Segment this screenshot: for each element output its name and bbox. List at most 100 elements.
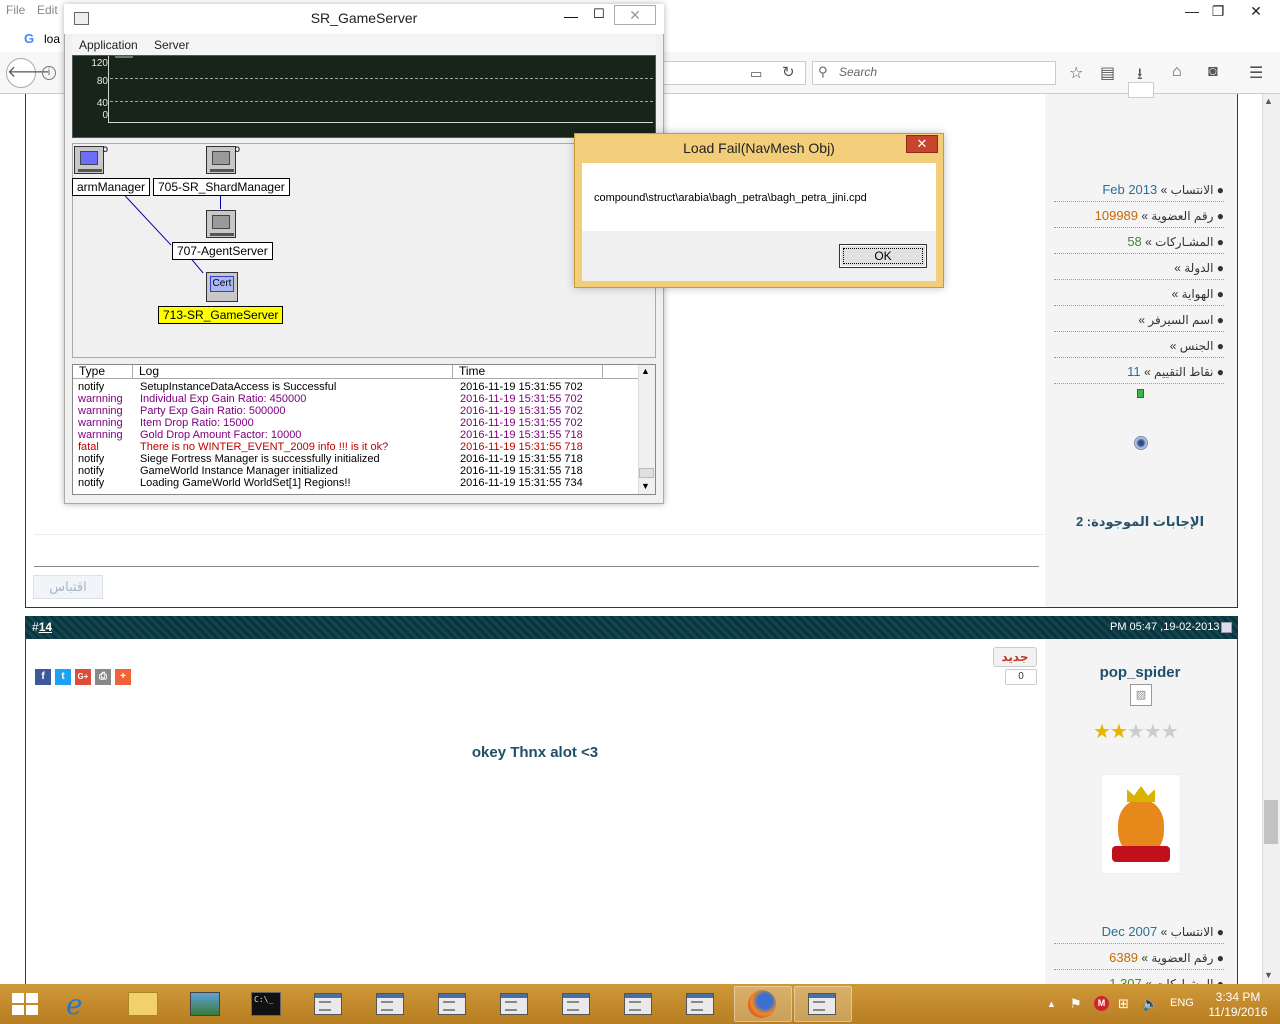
log-header-type[interactable]: Type: [73, 365, 133, 379]
post-number-link[interactable]: 14: [39, 620, 52, 634]
page-scrollbar[interactable]: [1262, 94, 1280, 984]
window-app-icon[interactable]: [314, 993, 342, 1015]
scroll-down-icon[interactable]: ▼: [1264, 970, 1273, 980]
photos-icon[interactable]: [190, 992, 220, 1016]
online-status-icon: [1134, 436, 1148, 450]
window-app-icon[interactable]: [624, 993, 652, 1015]
graph-label: 80: [96, 76, 108, 87]
hamburger-menu-icon[interactable]: ☰: [1249, 63, 1263, 83]
agent-server-node[interactable]: 707-AgentServer: [172, 242, 273, 260]
close-button[interactable]: ✕: [614, 5, 656, 25]
link-icon: ↄ: [235, 144, 240, 155]
googleplus-share-icon[interactable]: G+: [75, 669, 91, 685]
windows-start-icon[interactable]: [12, 993, 38, 1015]
log-row[interactable]: notify GameWorld Instance Manager initial…: [78, 465, 638, 477]
pocket-icon[interactable]: ◙: [1208, 63, 1218, 81]
share-glyph: f: [41, 671, 45, 682]
search-input[interactable]: Search: [812, 61, 1056, 85]
scrollbar-thumb[interactable]: [639, 468, 654, 478]
stat-value: 11: [1127, 364, 1141, 379]
stat-label: الانتساب »: [1160, 183, 1214, 197]
language-indicator[interactable]: ENG: [1170, 997, 1194, 1009]
log-header-log[interactable]: Log: [133, 365, 453, 379]
menu-file[interactable]: File: [6, 3, 25, 17]
more-share-icon[interactable]: +: [115, 669, 131, 685]
browser-maximize-button[interactable]: ❐: [1198, 0, 1238, 22]
user-image-icon: [1128, 82, 1154, 98]
site-info-icon[interactable]: i: [42, 66, 56, 80]
shard-manager-computer-icon[interactable]: [206, 146, 236, 174]
share-glyph: t: [61, 671, 65, 682]
username-link[interactable]: pop_spider: [1060, 664, 1220, 681]
browser-tab-title[interactable]: loa: [44, 32, 60, 46]
graph-marker: [115, 56, 133, 58]
home-icon[interactable]: ⌂: [1172, 63, 1182, 81]
window-app-icon[interactable]: [562, 993, 590, 1015]
tray-expand-icon[interactable]: ▲: [1047, 999, 1056, 1009]
browser-close-button[interactable]: ✕: [1236, 0, 1276, 22]
reload-icon[interactable]: ↻: [782, 63, 795, 81]
file-explorer-icon[interactable]: [128, 992, 158, 1016]
google-favicon-icon: G: [24, 31, 35, 46]
link-icon: ↄ: [103, 144, 108, 155]
menu-edit[interactable]: Edit: [37, 3, 58, 17]
bookmark-star-icon[interactable]: ☆: [1069, 63, 1083, 83]
scrollbar-thumb[interactable]: [1264, 800, 1278, 844]
facebook-share-icon[interactable]: f: [35, 669, 51, 685]
log-row[interactable]: warnning Gold Drop Amount Factor: 10000 20…: [78, 429, 638, 441]
graph-label: 40: [96, 98, 108, 109]
log-row[interactable]: warnning Item Drop Ratio: 15000 2016-11-19…: [78, 417, 638, 429]
log-row[interactable]: fatal There is no WINTER_EVENT_2009 info …: [78, 441, 638, 453]
antivirus-icon[interactable]: M: [1094, 996, 1109, 1011]
bookmarks-list-icon[interactable]: ▤: [1100, 63, 1115, 83]
window-app-icon[interactable]: [376, 993, 404, 1015]
log-time: 2016-11-19 15:31:55 718: [460, 429, 583, 441]
log-row[interactable]: warnning Party Exp Gain Ratio: 500000 2016…: [78, 405, 638, 417]
quote-button[interactable]: اقتباس: [33, 575, 103, 599]
graph-baseline: [108, 122, 653, 123]
bullet: ●: [1213, 365, 1224, 379]
post-number[interactable]: #14: [32, 620, 52, 634]
clock[interactable]: 3:34 PM 11/19/2016: [1200, 990, 1276, 1020]
back-button[interactable]: 🡐: [6, 58, 50, 88]
scroll-up-icon[interactable]: ▲: [1264, 96, 1273, 106]
window-app-icon[interactable]: [438, 993, 466, 1015]
log-header-time[interactable]: Time: [453, 365, 603, 379]
star-empty-icon: ★: [1160, 721, 1179, 743]
farm-manager-computer-icon[interactable]: [74, 146, 104, 174]
user-stat-row: ● رقم العضوية » 6389: [1054, 944, 1224, 970]
internet-explorer-icon[interactable]: e: [66, 988, 83, 1021]
reader-view-icon[interactable]: ▭: [750, 66, 762, 82]
twitter-share-icon[interactable]: t: [55, 669, 71, 685]
log-row[interactable]: warnning Individual Exp Gain Ratio: 45000…: [78, 393, 638, 405]
log-message: Gold Drop Amount Factor: 10000: [140, 429, 302, 441]
avatar-cape-shape: [1112, 846, 1170, 862]
dialog-close-button[interactable]: ✕: [906, 135, 938, 153]
menu-application[interactable]: Application: [79, 38, 138, 52]
command-prompt-icon[interactable]: C:\_: [251, 992, 281, 1016]
log-row[interactable]: notify Siege Fortress Manager is successf…: [78, 453, 638, 465]
scroll-down-icon[interactable]: ▼: [641, 481, 650, 491]
window-app-icon[interactable]: [808, 993, 836, 1015]
maximize-button[interactable]: ☐: [593, 6, 605, 22]
log-row[interactable]: notify SetupInstanceDataAccess is Success…: [78, 381, 638, 393]
minimize-button[interactable]: —: [564, 8, 578, 24]
volume-icon[interactable]: 🔈: [1142, 996, 1158, 1012]
clock-time: 3:34 PM: [1215, 990, 1261, 1004]
scroll-up-icon[interactable]: ▲: [641, 366, 650, 376]
window-app-icon[interactable]: [686, 993, 714, 1015]
log-row[interactable]: notify Loading GameWorld WorldSet[1] Regi…: [78, 477, 638, 489]
network-icon[interactable]: ⊞: [1118, 996, 1129, 1012]
star-filled-icon: ★: [1093, 721, 1111, 743]
action-center-flag-icon[interactable]: ⚑: [1070, 996, 1082, 1012]
shard-manager-node[interactable]: 705-SR_ShardManager: [153, 178, 290, 196]
print-share-icon[interactable]: ⎙: [95, 669, 111, 685]
game-server-node[interactable]: 713-SR_GameServer: [158, 306, 284, 324]
firefox-icon[interactable]: [748, 990, 776, 1018]
window-app-icon[interactable]: [500, 993, 528, 1015]
start-pane: [12, 993, 24, 1003]
farm-manager-node[interactable]: armManager: [72, 178, 151, 196]
stat-label: الهواية »: [1171, 287, 1214, 301]
agent-server-computer-icon[interactable]: [206, 210, 236, 238]
menu-server[interactable]: Server: [154, 38, 189, 52]
